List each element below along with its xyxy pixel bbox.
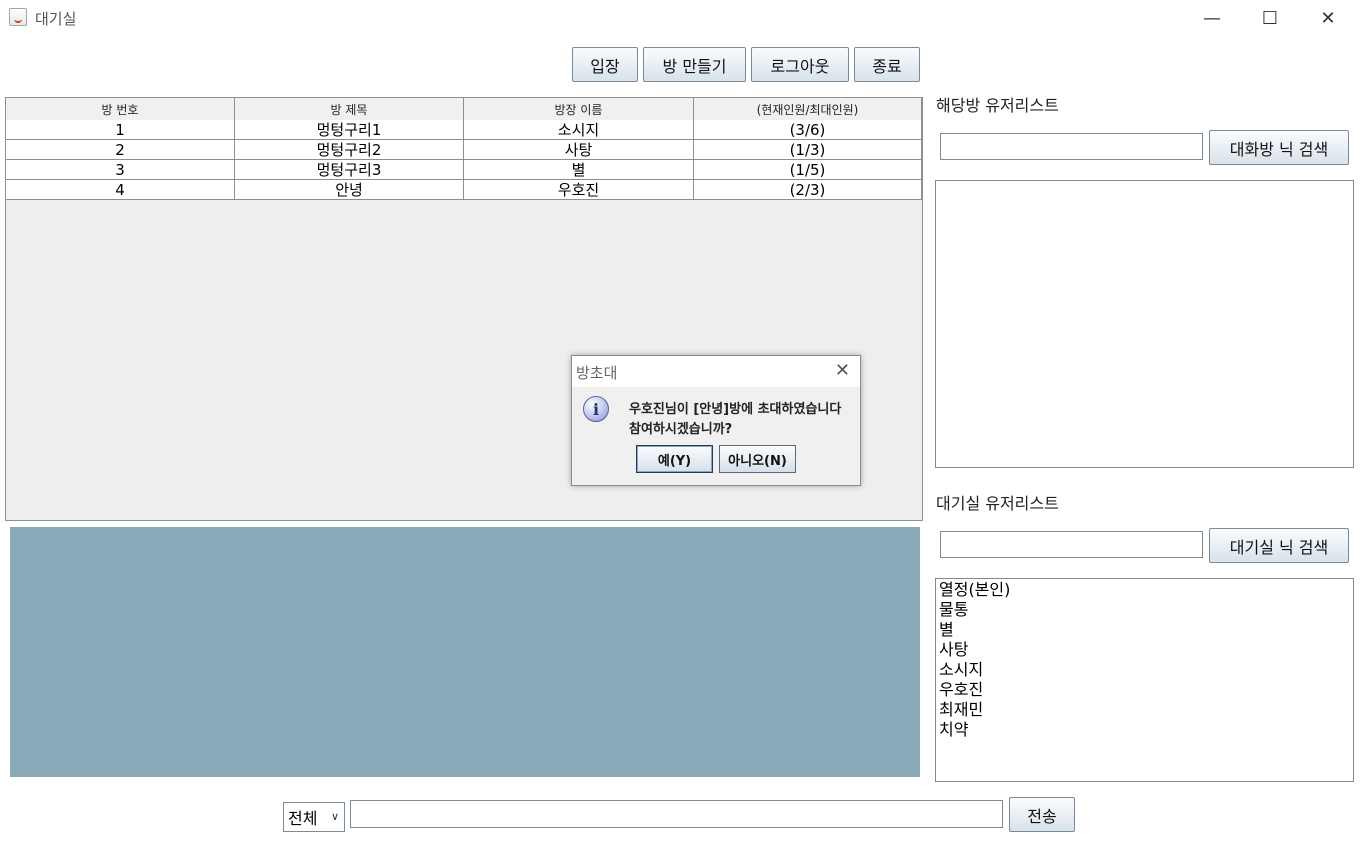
cell-room-title: 멍텅구리2 [235,140,464,159]
window-title: 대기실 [35,10,77,28]
list-item[interactable]: 소시지 [936,660,1353,680]
table-header: 방 번호 방 제목 방장 이름 (현재인원/최대인원) [6,98,922,121]
cell-owner-name: 별 [464,160,694,179]
list-item[interactable]: 사탕 [936,640,1353,660]
room-invite-dialog[interactable]: 방초대 ✕ i 우호진님이 [안녕]방에 초대하였습니다 참여하시겠습니까? 예… [571,355,861,486]
list-item[interactable]: 치약 [936,720,1353,740]
chat-scope-select[interactable]: 전체 ∨ [283,802,345,832]
list-item[interactable]: 물통 [936,600,1353,620]
cell-occupancy: (1/3) [694,140,922,159]
table-row[interactable]: 3 멍텅구리3 별 (1/5) [6,160,922,180]
table-row[interactable]: 1 멍텅구리1 소시지 (3/6) [6,120,922,140]
dialog-title: 방초대 [576,364,618,382]
lobby-user-list-label: 대기실 유저리스트 [936,494,1059,513]
cell-room-number: 2 [6,140,235,159]
maximize-button[interactable]: ☐ [1241,0,1299,36]
room-user-search-input[interactable] [940,133,1203,160]
no-button[interactable]: 아니오(N) [719,445,796,473]
list-item[interactable]: 별 [936,620,1353,640]
cell-room-title: 안녕 [235,180,464,199]
table-row[interactable]: 4 안녕 우호진 (2/3) [6,180,922,200]
enter-button[interactable]: 입장 [572,47,638,82]
info-icon: i [583,396,609,422]
cell-room-title: 멍텅구리3 [235,160,464,179]
exit-button[interactable]: 종료 [854,47,920,82]
chat-scope-value: 전체 [288,809,318,828]
cell-occupancy: (1/5) [694,160,922,179]
send-button[interactable]: 전송 [1009,797,1075,832]
cell-owner-name: 사탕 [464,140,694,159]
column-header-owner-name[interactable]: 방장 이름 [464,98,694,120]
list-item[interactable]: 우호진 [936,680,1353,700]
list-item[interactable]: 최재민 [936,700,1353,720]
dialog-close-button[interactable]: ✕ [835,360,850,381]
chat-display-area[interactable] [10,527,920,777]
cell-room-title: 멍텅구리1 [235,120,464,139]
cell-owner-name: 우호진 [464,180,694,199]
lobby-user-search-input[interactable] [940,531,1203,558]
yes-button[interactable]: 예(Y) [636,445,713,473]
cell-room-number: 4 [6,180,235,199]
dialog-message-line1: 우호진님이 [안녕]방에 초대하였습니다 [629,402,842,417]
create-room-button[interactable]: 방 만들기 [643,47,746,82]
java-app-icon [9,8,27,26]
lobby-user-search-button[interactable]: 대기실 닉 검색 [1209,528,1349,563]
cell-occupancy: (2/3) [694,180,922,199]
table-row[interactable]: 2 멍텅구리2 사탕 (1/3) [6,140,922,160]
message-input[interactable] [350,800,1003,828]
column-header-room-title[interactable]: 방 제목 [235,98,464,120]
dialog-title-bar[interactable]: 방초대 ✕ [572,356,860,387]
logout-button[interactable]: 로그아웃 [751,47,849,82]
dialog-message-line2: 참여하시겠습니까? [629,422,733,437]
room-user-search-button[interactable]: 대화방 닉 검색 [1209,130,1349,165]
cell-occupancy: (3/6) [694,120,922,139]
close-button[interactable]: ✕ [1299,0,1357,36]
cell-owner-name: 소시지 [464,120,694,139]
minimize-button[interactable]: — [1183,0,1241,36]
window-title-bar: 대기실 — ☐ ✕ [0,0,1360,36]
list-item[interactable]: 열정(본인) [936,580,1353,600]
column-header-room-number[interactable]: 방 번호 [6,98,235,120]
chevron-down-icon: ∨ [330,810,339,823]
cell-room-number: 3 [6,160,235,179]
column-header-occupancy[interactable]: (현재인원/최대인원) [694,98,922,120]
room-user-list[interactable] [935,180,1354,468]
lobby-user-list[interactable]: 열정(본인) 물통 별 사탕 소시지 우호진 최재민 치약 [935,578,1354,782]
cell-room-number: 1 [6,120,235,139]
room-user-list-label: 해당방 유저리스트 [936,96,1059,115]
